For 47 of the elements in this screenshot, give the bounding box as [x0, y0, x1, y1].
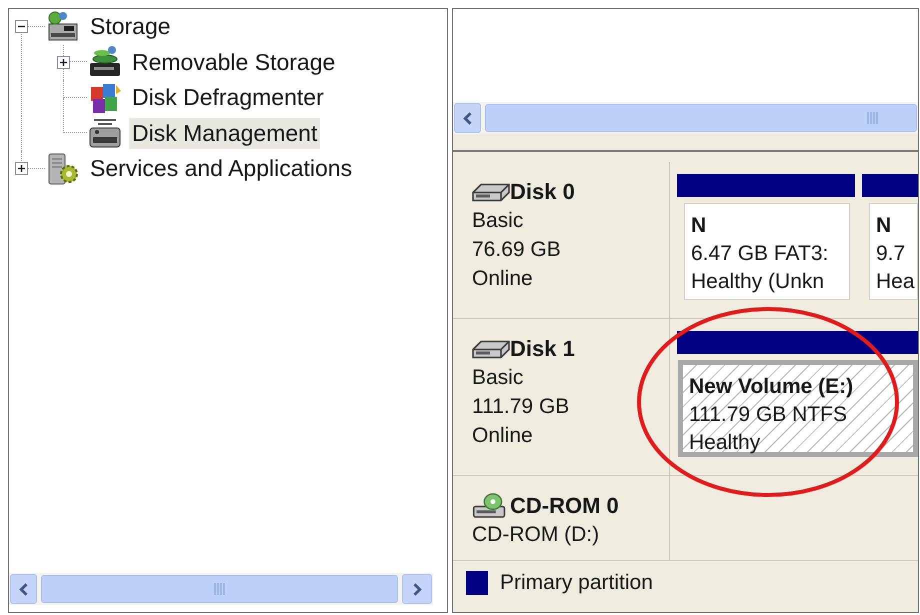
disk-detail: 111.79 GB: [472, 394, 570, 420]
partition-detail: Healthy (Unkn: [691, 269, 824, 295]
partition-detail: 111.79 GB NTFS: [689, 402, 847, 428]
scroll-left-button[interactable]: [454, 103, 481, 133]
chevron-left-icon: [19, 582, 28, 596]
partition-detail: Hea: [876, 269, 915, 295]
expand-button[interactable]: [15, 162, 28, 175]
tree-item[interactable]: Storage: [87, 11, 174, 42]
partition-box[interactable]: N 6.47 GB FAT3: Healthy (Unkn: [684, 203, 850, 300]
tree-item[interactable]: Services and Applications: [87, 153, 356, 184]
partition-label: New Volume (E:): [689, 374, 854, 400]
disk-name: Disk 1: [510, 335, 575, 363]
partition-detail: Healthy: [689, 430, 760, 456]
disk-name: CD-ROM 0: [510, 492, 619, 520]
plus-icon: [18, 165, 25, 172]
legend-label: Primary partition: [500, 570, 653, 596]
disk-detail: 76.69 GB: [472, 237, 561, 263]
collapse-button[interactable]: [15, 20, 28, 33]
disk-detail: Basic: [472, 365, 524, 391]
disk-detail: Online: [472, 423, 533, 449]
disk-detail: CD-ROM (D:): [472, 522, 600, 548]
chevron-left-icon: [463, 112, 472, 124]
partition-box[interactable]: N 9.7 Hea: [869, 203, 918, 300]
partition-detail: 9.7: [876, 241, 906, 267]
server-gear-icon: [46, 152, 80, 186]
partition-label: N: [876, 213, 892, 239]
scroll-left-button[interactable]: [10, 574, 37, 604]
partition-label: N: [691, 213, 706, 239]
disk-detail: Basic: [472, 208, 524, 234]
tree-item[interactable]: Removable Storage: [129, 46, 338, 78]
grip-icon: [214, 583, 225, 595]
tree-item[interactable]: Disk Defragmenter: [129, 82, 327, 114]
tree-item[interactable]: Disk Management: [129, 118, 320, 149]
disk-detail: Online: [472, 266, 533, 292]
disk-drive-icon: [88, 116, 122, 150]
partition-bar: [862, 174, 918, 197]
grip-icon: [867, 112, 878, 124]
expand-button[interactable]: [57, 56, 70, 68]
scroll-right-button[interactable]: [402, 574, 432, 604]
scrollbar-thumb[interactable]: [41, 575, 398, 603]
scrollbar-thumb[interactable]: [485, 104, 917, 132]
plus-icon: [60, 58, 67, 66]
chevron-right-icon: [412, 582, 422, 596]
partition-box[interactable]: New Volume (E:) 111.79 GB NTFS Healthy: [678, 360, 918, 457]
disk-name: Disk 0: [510, 178, 575, 206]
minus-icon: [18, 23, 25, 30]
partition-detail: 6.47 GB FAT3:: [691, 241, 828, 267]
